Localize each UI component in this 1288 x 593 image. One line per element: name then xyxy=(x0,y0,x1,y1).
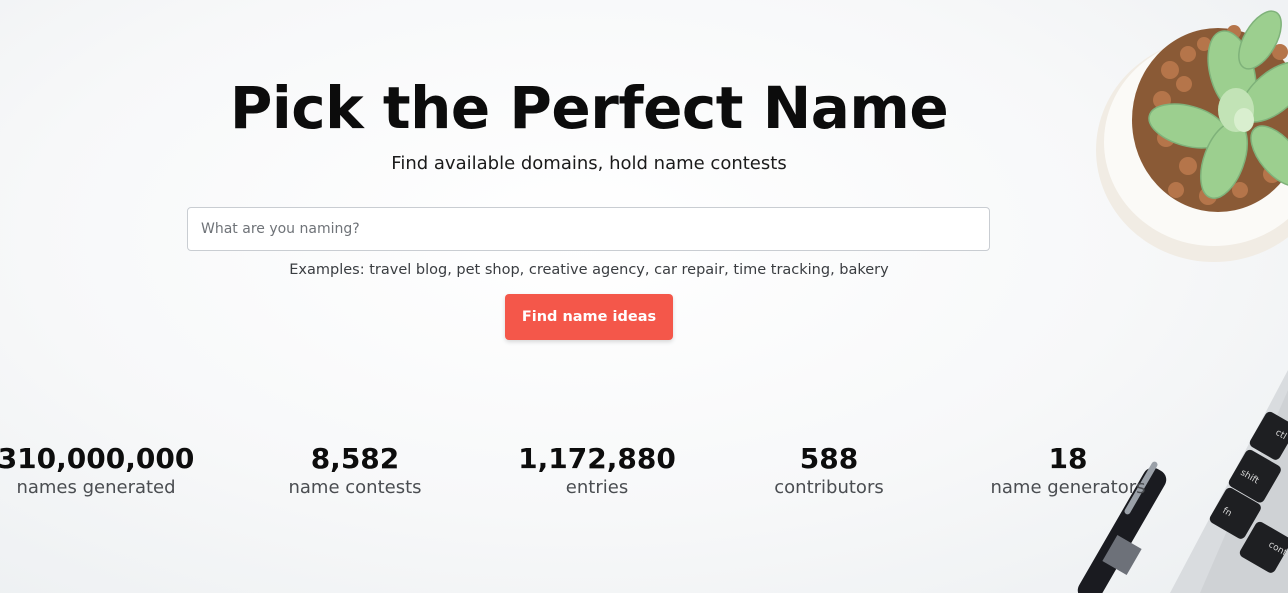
stat-value: 310,000,000 xyxy=(0,442,195,475)
stat-value: 18 xyxy=(1048,442,1088,475)
find-name-ideas-button[interactable]: Find name ideas xyxy=(505,294,673,340)
stat-entries: 1,172,880 entries xyxy=(482,442,712,500)
stat-label: names generated xyxy=(16,477,176,498)
stat-label: name contests xyxy=(288,477,422,498)
stat-name-generators: 18 name generators xyxy=(953,442,1183,500)
stat-name-contests: 8,582 name contests xyxy=(240,442,470,500)
search-input[interactable] xyxy=(187,207,990,251)
stat-label: contributors xyxy=(774,477,884,498)
stat-label: name generators xyxy=(990,477,1146,498)
search-examples: Examples: travel blog, pet shop, creativ… xyxy=(289,262,889,278)
stat-contributors: 588 contributors xyxy=(714,442,944,500)
stat-value: 8,582 xyxy=(310,442,400,475)
page-subtitle: Find available domains, hold name contes… xyxy=(391,153,787,174)
stat-names-generated: 310,000,000 names generated xyxy=(0,442,211,500)
stats-bar: 310,000,000 names generated 8,582 name c… xyxy=(0,442,1288,512)
page-title: Pick the Perfect Name xyxy=(229,74,949,142)
stat-value: 1,172,880 xyxy=(518,442,676,475)
stat-value: 588 xyxy=(799,442,859,475)
stat-label: entries xyxy=(565,477,629,498)
